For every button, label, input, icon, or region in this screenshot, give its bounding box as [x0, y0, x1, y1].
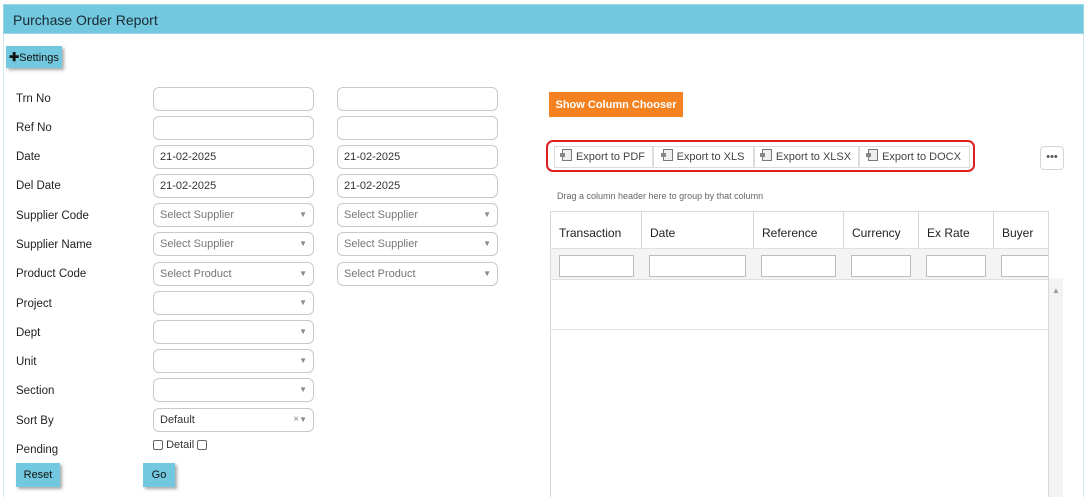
pending-checkbox[interactable]: [153, 440, 163, 451]
export-docx-label: Export to DOCX: [882, 151, 961, 163]
export-docx-button[interactable]: Export to DOCX: [859, 146, 970, 168]
grid-vertical-scrollbar[interactable]: ▲: [1049, 278, 1063, 497]
group-panel-hint: Drag a column header here to group by th…: [557, 191, 764, 201]
supplier-name-to-placeholder: Select Supplier: [344, 238, 418, 250]
del-date-to-input[interactable]: 21-02-2025: [337, 174, 498, 198]
ref-no-from-input[interactable]: [153, 116, 314, 140]
filter-date-input[interactable]: [649, 255, 746, 277]
ref-no-label: Ref No: [16, 122, 52, 134]
section-select[interactable]: ▼: [153, 378, 314, 402]
supplier-name-from-select[interactable]: Select Supplier ▼: [153, 232, 314, 256]
date-to-value: 21-02-2025: [344, 151, 401, 163]
plus-icon: ✚: [9, 50, 20, 64]
arrow-up-icon[interactable]: ▲: [1052, 286, 1060, 295]
supplier-code-to-placeholder: Select Supplier: [344, 209, 418, 221]
show-column-chooser-button[interactable]: Show Column Chooser: [549, 92, 683, 117]
document-icon: [660, 149, 673, 161]
filter-reference-input[interactable]: [761, 255, 836, 277]
filter-transaction-input[interactable]: [559, 255, 634, 277]
del-date-label: Del Date: [16, 180, 61, 192]
trn-no-from-input[interactable]: [153, 87, 314, 111]
unit-select[interactable]: ▼: [153, 349, 314, 373]
unit-label: Unit: [16, 356, 37, 368]
del-date-to-value: 21-02-2025: [344, 180, 401, 192]
product-code-to-select[interactable]: Select Product ▼: [337, 262, 498, 286]
column-header-currency[interactable]: Currency: [844, 212, 919, 248]
chevron-down-icon: ▼: [299, 415, 307, 424]
settings-button[interactable]: ✚Settings: [6, 46, 62, 68]
column-header-reference[interactable]: Reference: [754, 212, 844, 248]
detail-label: Detail: [166, 439, 195, 451]
document-icon: [866, 149, 879, 161]
supplier-code-from-placeholder: Select Supplier: [160, 209, 234, 221]
export-xls-button[interactable]: Export to XLS: [653, 146, 754, 168]
chevron-down-icon: ▼: [483, 210, 491, 219]
page-title: Purchase Order Report: [13, 12, 158, 28]
go-button[interactable]: Go: [143, 463, 175, 487]
supplier-code-from-select[interactable]: Select Supplier ▼: [153, 203, 314, 227]
project-label: Project: [16, 298, 52, 310]
export-xlsx-button[interactable]: Export to XLSX: [754, 146, 859, 168]
filter-ex-rate-input[interactable]: [926, 255, 986, 277]
export-toolbar: Export to PDF Export to XLS Export to XL…: [546, 140, 975, 172]
supplier-code-to-select[interactable]: Select Supplier ▼: [337, 203, 498, 227]
column-header-buyer[interactable]: Buyer: [994, 212, 1048, 248]
section-label: Section: [16, 385, 55, 397]
reset-button[interactable]: Reset: [16, 463, 60, 487]
product-code-from-placeholder: Select Product: [160, 268, 232, 280]
detail-checkbox[interactable]: [197, 440, 208, 451]
supplier-name-label: Supplier Name: [16, 239, 93, 251]
date-to-input[interactable]: 21-02-2025: [337, 145, 498, 169]
chevron-down-icon: ▼: [299, 269, 307, 278]
empty-row-divider: [551, 329, 1048, 330]
trn-no-label: Trn No: [16, 93, 51, 105]
del-date-from-value: 21-02-2025: [160, 180, 217, 192]
data-grid: Transaction Date Reference Currency Ex R…: [550, 211, 1049, 497]
chevron-down-icon: ▼: [299, 239, 307, 248]
sort-by-value: Default: [160, 414, 195, 426]
chevron-down-icon: ▼: [299, 210, 307, 219]
sort-by-label: Sort By: [16, 415, 54, 427]
chevron-down-icon: ▼: [299, 385, 307, 394]
filter-buyer-input[interactable]: [1001, 255, 1048, 277]
chevron-down-icon: ▼: [299, 356, 307, 365]
column-header-transaction[interactable]: Transaction: [551, 212, 642, 248]
chevron-down-icon: ▼: [483, 269, 491, 278]
date-label: Date: [16, 151, 41, 163]
column-header-date[interactable]: Date: [642, 212, 754, 248]
more-options-button[interactable]: •••: [1040, 146, 1064, 170]
product-code-label: Product Code: [16, 268, 87, 280]
column-header-ex-rate[interactable]: Ex Rate: [919, 212, 994, 248]
document-icon: [559, 149, 572, 161]
export-xls-label: Export to XLS: [676, 151, 745, 163]
pending-label: Pending: [16, 444, 59, 456]
del-date-from-input[interactable]: 21-02-2025: [153, 174, 314, 198]
export-pdf-label: Export to PDF: [575, 151, 646, 163]
dept-select[interactable]: ▼: [153, 320, 314, 344]
filter-row: [551, 248, 1048, 280]
dept-label: Dept: [16, 327, 41, 339]
export-pdf-button[interactable]: Export to PDF: [554, 146, 653, 168]
ref-no-to-input[interactable]: [337, 116, 498, 140]
sort-by-select[interactable]: Default × ▼: [153, 408, 314, 432]
supplier-code-label: Supplier Code: [16, 210, 89, 222]
date-from-value: 21-02-2025: [160, 151, 217, 163]
filter-currency-input[interactable]: [851, 255, 911, 277]
supplier-name-to-select[interactable]: Select Supplier ▼: [337, 232, 498, 256]
product-code-from-select[interactable]: Select Product ▼: [153, 262, 314, 286]
settings-label: Settings: [19, 52, 59, 64]
export-xlsx-label: Export to XLSX: [775, 151, 852, 163]
supplier-name-from-placeholder: Select Supplier: [160, 238, 234, 250]
product-code-to-placeholder: Select Product: [344, 268, 416, 280]
date-from-input[interactable]: 21-02-2025: [153, 145, 314, 169]
document-icon: [759, 149, 772, 161]
page-header: Purchase Order Report: [3, 4, 1084, 34]
pending-options: Detail: [153, 439, 208, 451]
chevron-down-icon: ▼: [299, 298, 307, 307]
trn-no-to-input[interactable]: [337, 87, 498, 111]
chevron-down-icon: ▼: [483, 239, 491, 248]
project-select[interactable]: ▼: [153, 291, 314, 315]
chevron-down-icon: ▼: [299, 327, 307, 336]
